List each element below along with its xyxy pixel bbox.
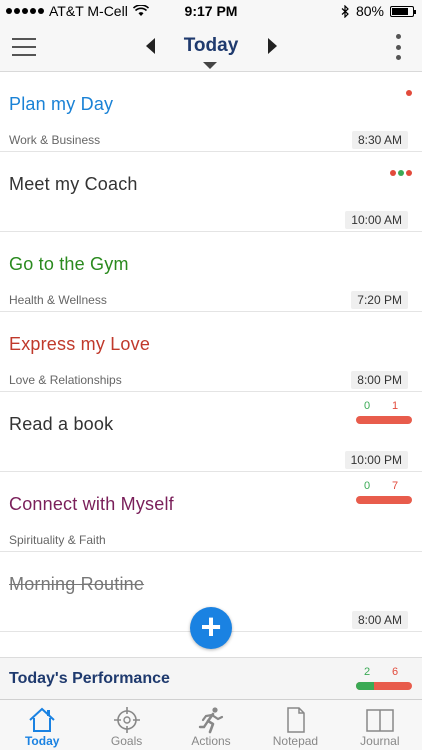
progress-bar-fill (356, 682, 375, 690)
battery-icon (390, 5, 416, 17)
status-bar: AT&T M-Cell 9:17 PM 80% (0, 0, 422, 22)
item-category: Health & Wellness (9, 293, 107, 307)
item-time[interactable]: 10:00 AM (345, 211, 408, 229)
progress-indicator: 0 7 (356, 480, 412, 512)
performance-progress: 2 6 (356, 666, 412, 698)
performance-label: Today's Performance (9, 670, 170, 687)
priority-dot (390, 170, 396, 176)
priority-dot (398, 170, 404, 176)
item-category: Work & Business (9, 133, 101, 147)
progress-counts: 0 1 (356, 400, 412, 414)
tab-notepad[interactable]: Notepad (253, 700, 337, 750)
list-item[interactable]: Read a book 0 1 10:00 PM (0, 392, 422, 472)
progress-bar (356, 682, 412, 690)
tab-actions[interactable]: Actions (169, 700, 253, 750)
page-title[interactable]: Today (0, 35, 422, 57)
tab-label: Actions (191, 734, 231, 748)
tab-today[interactable]: Today (0, 700, 84, 750)
item-title: Go to the Gym (9, 254, 129, 274)
item-title: Connect with Myself (9, 494, 174, 514)
task-list: Plan my Day Work & Business 8:30 AM Meet… (0, 72, 422, 657)
item-title: Read a book (9, 414, 114, 434)
tab-journal[interactable]: Journal (338, 700, 422, 750)
crosshair-icon (113, 707, 140, 733)
item-time[interactable]: 8:00 PM (351, 371, 408, 389)
item-time[interactable]: 8:00 AM (351, 611, 408, 629)
next-day-button[interactable] (268, 38, 277, 54)
item-title: Morning Routine (9, 574, 145, 594)
progress-bar (356, 416, 412, 424)
item-category: Love & Relationships (9, 373, 122, 387)
progress-counts: 0 7 (356, 480, 412, 494)
nav-bar: Today (0, 22, 422, 72)
progress-total: 7 (392, 480, 399, 492)
progress-total: 6 (392, 666, 399, 678)
list-item[interactable]: Express my Love Love & Relationships 8:0… (0, 312, 422, 392)
runner-icon (198, 707, 224, 734)
battery-percent: 80% (355, 3, 384, 19)
add-action-button[interactable]: + (190, 607, 232, 649)
performance-bar[interactable]: Today's Performance 2 6 (0, 657, 422, 699)
tab-goals[interactable]: Goals (84, 700, 168, 750)
status-right: 80% (341, 3, 416, 19)
tab-label: Journal (360, 734, 400, 748)
priority-dots (406, 90, 412, 96)
item-title: Express my Love (9, 334, 151, 354)
note-icon (287, 707, 306, 733)
item-category: Spirituality & Faith (9, 533, 106, 547)
tab-bar: Today Goals Actions Notepad Journal (0, 699, 422, 750)
item-time[interactable]: 7:20 PM (351, 291, 408, 309)
progress-done: 2 (364, 666, 371, 678)
progress-counts: 2 6 (356, 666, 412, 680)
progress-bar (356, 496, 412, 504)
item-title: Plan my Day (9, 94, 114, 114)
progress-done: 0 (364, 480, 371, 492)
list-item[interactable]: Go to the Gym Health & Wellness 7:20 PM (0, 232, 422, 312)
more-options-icon[interactable] (396, 34, 402, 60)
progress-total: 1 (392, 400, 399, 412)
list-item[interactable]: Connect with Myself 0 7 Spirituality & F… (0, 472, 422, 552)
item-time[interactable]: 8:30 AM (351, 131, 408, 149)
priority-dot (406, 90, 412, 96)
priority-dot (406, 170, 412, 176)
list-item[interactable]: Meet my Coach 10:00 AM (0, 152, 422, 232)
priority-dots (390, 170, 412, 176)
book-icon (366, 709, 394, 732)
progress-done: 0 (364, 400, 371, 412)
chevron-down-icon[interactable] (203, 62, 217, 69)
item-time[interactable]: 10:00 PM (344, 451, 408, 469)
bluetooth-icon (341, 4, 349, 18)
list-item[interactable]: Plan my Day Work & Business 8:30 AM (0, 72, 422, 152)
tab-label: Goals (110, 734, 143, 748)
home-icon (29, 707, 55, 732)
item-title: Meet my Coach (9, 174, 138, 194)
progress-indicator: 0 1 (356, 400, 412, 432)
tab-label: Notepad (272, 734, 319, 748)
tab-label: Today (24, 734, 60, 748)
